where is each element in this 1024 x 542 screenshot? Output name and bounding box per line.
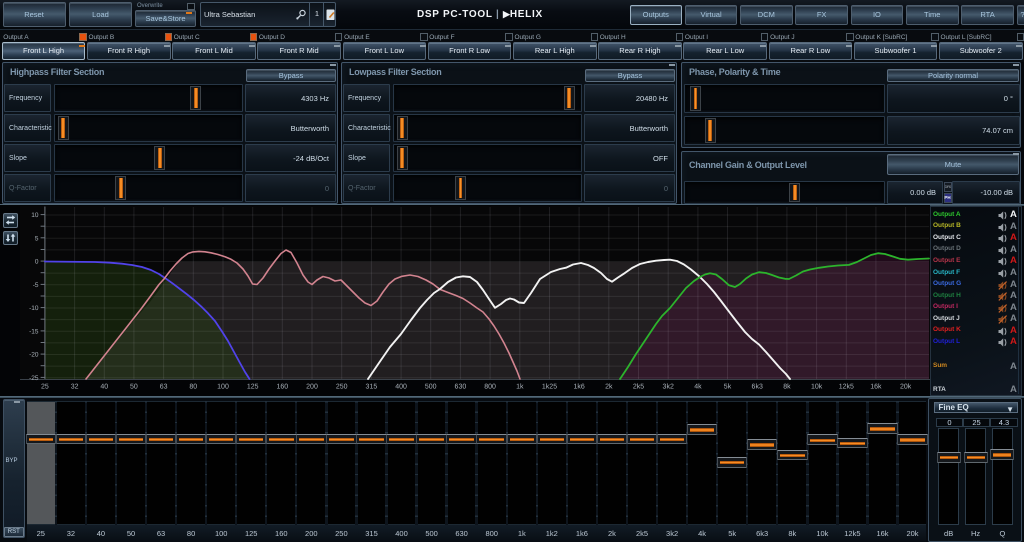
svg-text:32: 32 bbox=[71, 384, 79, 391]
svg-text:200: 200 bbox=[306, 384, 318, 391]
svg-text:20k: 20k bbox=[900, 383, 912, 391]
svg-text:3k2: 3k2 bbox=[663, 383, 674, 391]
svg-text:10k: 10k bbox=[811, 383, 823, 391]
svg-text:2k5: 2k5 bbox=[633, 383, 644, 391]
svg-text:315: 315 bbox=[366, 384, 378, 391]
svg-text:630: 630 bbox=[455, 384, 467, 391]
svg-text:-15: -15 bbox=[29, 328, 39, 335]
svg-text:8k: 8k bbox=[783, 383, 791, 391]
svg-text:25: 25 bbox=[41, 384, 49, 391]
svg-text:800: 800 bbox=[484, 384, 496, 391]
svg-text:40: 40 bbox=[100, 384, 108, 391]
svg-text:1k6: 1k6 bbox=[573, 383, 584, 391]
svg-text:80: 80 bbox=[189, 384, 197, 391]
svg-text:5k: 5k bbox=[724, 383, 732, 391]
svg-text:4k: 4k bbox=[694, 383, 702, 391]
svg-text:63: 63 bbox=[160, 384, 168, 391]
svg-text:-10: -10 bbox=[29, 305, 39, 312]
svg-text:1k: 1k bbox=[516, 383, 524, 391]
svg-text:10: 10 bbox=[31, 212, 39, 219]
svg-text:125: 125 bbox=[247, 384, 259, 391]
svg-text:50: 50 bbox=[130, 384, 138, 391]
svg-text:400: 400 bbox=[395, 384, 407, 391]
svg-text:12k5: 12k5 bbox=[839, 383, 854, 391]
svg-text:250: 250 bbox=[336, 384, 348, 391]
svg-text:5: 5 bbox=[35, 235, 39, 242]
svg-text:2k: 2k bbox=[605, 383, 613, 391]
svg-text:500: 500 bbox=[425, 384, 437, 391]
svg-text:-5: -5 bbox=[33, 282, 39, 289]
svg-text:16k: 16k bbox=[870, 383, 882, 391]
svg-text:-25: -25 bbox=[29, 375, 39, 382]
svg-text:160: 160 bbox=[276, 384, 288, 391]
svg-text:1k25: 1k25 bbox=[542, 383, 557, 391]
svg-text:0: 0 bbox=[35, 259, 39, 266]
svg-text:100: 100 bbox=[217, 384, 229, 391]
svg-text:-20: -20 bbox=[29, 352, 39, 359]
svg-text:6k3: 6k3 bbox=[752, 383, 763, 391]
